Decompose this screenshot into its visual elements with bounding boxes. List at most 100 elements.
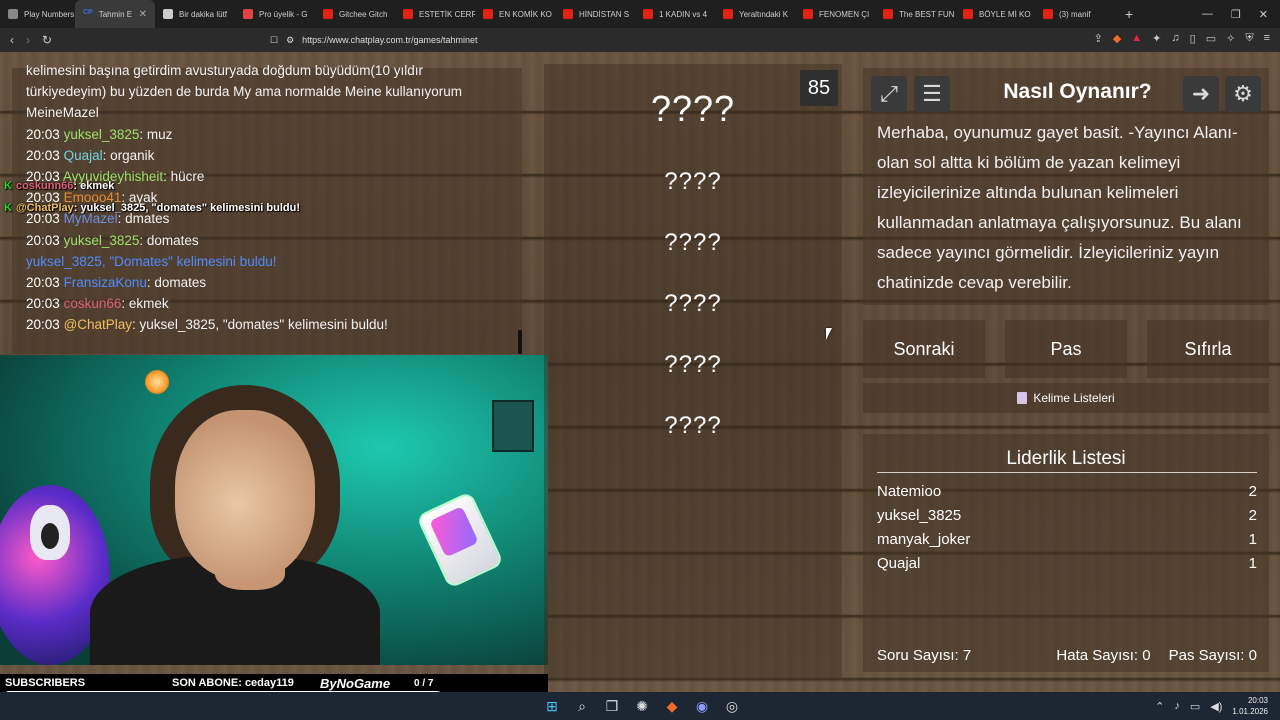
obs-icon[interactable]: ◎ bbox=[722, 696, 742, 716]
chat-username[interactable]: yuksel_3825 bbox=[26, 254, 102, 269]
subscriber-goal-count: 0 / 7 bbox=[414, 677, 434, 689]
bookmark-icon[interactable]: ☐ bbox=[270, 35, 278, 46]
browser-tab[interactable]: The BEST FUN bbox=[875, 0, 955, 28]
streamer-face bbox=[175, 410, 315, 580]
chat-log: kelimesini başına getirdim avusturyada d… bbox=[26, 60, 496, 336]
chat-time: 20:03 bbox=[26, 275, 60, 291]
chat-username[interactable]: coskun66 bbox=[64, 296, 122, 311]
browser-tab[interactable]: (3) manif bbox=[1035, 0, 1115, 28]
browser-tab[interactable]: ESTETİK CERR bbox=[395, 0, 475, 28]
game-stats: Soru Sayısı: 7 Hata Sayısı: 0 Pas Sayısı… bbox=[877, 647, 1257, 664]
reset-button[interactable]: Sıfırla bbox=[1147, 320, 1269, 378]
site-info-icon[interactable]: ⚙ bbox=[286, 35, 294, 46]
chevron-up-icon[interactable]: ⌃ bbox=[1155, 700, 1164, 713]
music-icon[interactable]: ♫ bbox=[1171, 32, 1179, 45]
forward-icon[interactable]: › bbox=[26, 33, 30, 47]
chatgpt-icon[interactable]: ✺ bbox=[632, 696, 652, 716]
chat-message: 20:03 yuksel_3825: domates bbox=[26, 230, 496, 251]
browser-tab[interactable]: CP Tahmin E ✕ bbox=[75, 0, 155, 28]
browser-tab[interactable]: Gitchee Gitch bbox=[315, 0, 395, 28]
round-timer: 85 bbox=[800, 70, 838, 106]
leaderboard-row: yuksel_3825 2 bbox=[877, 507, 1257, 524]
chat-text: : muz bbox=[139, 126, 173, 142]
browser-tab[interactable]: FENOMEN ÇI bbox=[795, 0, 875, 28]
tab-close-icon[interactable]: ✕ bbox=[139, 9, 147, 20]
discord-icon[interactable]: ◉ bbox=[692, 696, 712, 716]
menu-icon[interactable]: ≡ bbox=[1264, 32, 1270, 45]
clock[interactable]: 20:03 1.01.2026 bbox=[1232, 695, 1268, 717]
brave-icon[interactable]: ◆ bbox=[662, 696, 682, 716]
browser-tab[interactable]: EN KOMİK KO bbox=[475, 0, 555, 28]
start-icon[interactable]: ⊞ bbox=[542, 696, 562, 716]
question-count-value: 7 bbox=[962, 647, 972, 664]
sidebar-icon[interactable]: ▯ bbox=[1190, 32, 1196, 45]
address-bar[interactable]: ☐ ⚙ https://www.chatplay.com.tr/games/ta… bbox=[270, 31, 990, 49]
tab-favicon-icon bbox=[643, 9, 653, 19]
extensions-icon[interactable]: ✦ bbox=[1152, 32, 1161, 45]
chat-username[interactable]: FransizaKonu bbox=[64, 275, 147, 290]
reload-icon[interactable]: ↻ bbox=[42, 33, 52, 47]
divider bbox=[877, 472, 1257, 473]
gear-icon[interactable]: ⚙ bbox=[1225, 76, 1261, 112]
browser-tab[interactable]: BÖYLE Mİ KO bbox=[955, 0, 1035, 28]
list-icon[interactable]: ☰ bbox=[914, 76, 950, 112]
overlay-badge: K bbox=[4, 180, 12, 192]
vpn-icon[interactable]: ⛨ bbox=[1245, 32, 1253, 45]
next-button[interactable]: Sonraki bbox=[863, 320, 985, 378]
pass-button[interactable]: Pas bbox=[1005, 320, 1127, 378]
browser-tab[interactable]: Play Numbers bbox=[0, 0, 75, 28]
ghost-figure bbox=[30, 505, 70, 560]
mic-icon[interactable]: ♪ bbox=[1174, 700, 1180, 712]
word-lists-button[interactable]: Kelime Listeleri bbox=[863, 383, 1269, 413]
chat-username[interactable]: @ChatPlay bbox=[64, 317, 132, 332]
browser-tab[interactable]: 1 KADIN vs 4 bbox=[635, 0, 715, 28]
new-tab-button[interactable]: + bbox=[1115, 6, 1143, 22]
stream-chat-overlay-line: Kcoskunn66: ekmek bbox=[4, 180, 114, 192]
browser-tab[interactable]: Yeraltındaki K bbox=[715, 0, 795, 28]
chat-username[interactable]: Quajal bbox=[64, 148, 103, 163]
chat-username[interactable]: yuksel_3825 bbox=[64, 127, 140, 142]
url-text[interactable]: https://www.chatplay.com.tr/games/tahmin… bbox=[302, 35, 477, 45]
forbidden-word: ???? bbox=[664, 290, 722, 317]
wallet-icon[interactable]: ▭ bbox=[1206, 32, 1216, 45]
display-icon[interactable]: ▭ bbox=[1190, 700, 1200, 713]
pass-count: Pas Sayısı: 0 bbox=[1169, 647, 1257, 664]
fullscreen-icon[interactable]: ⤢ bbox=[871, 76, 907, 112]
tab-title: Yeraltındaki K bbox=[739, 9, 789, 19]
restore-icon[interactable]: ❐ bbox=[1231, 8, 1241, 21]
rules-text: Merhaba, oyunumuz gayet basit. -Yayıncı … bbox=[877, 123, 1242, 292]
hidden-words-column: ???? ???? ???? ???? ???? ???? bbox=[544, 64, 842, 678]
chat-text: : hücre bbox=[163, 169, 205, 185]
brave-shield-icon[interactable]: ◆ bbox=[1113, 32, 1121, 45]
minimize-icon[interactable]: — bbox=[1202, 8, 1213, 21]
ai-icon[interactable]: ✧ bbox=[1226, 32, 1235, 45]
back-icon[interactable]: ‹ bbox=[10, 33, 14, 47]
mouse-cursor bbox=[826, 328, 832, 340]
tab-title: Pro üyelik - G bbox=[259, 9, 308, 19]
last-sub-label: SON ABONE: bbox=[172, 677, 242, 689]
task-view-icon[interactable]: ❐ bbox=[602, 696, 622, 716]
last-subscriber: SON ABONE: ceday119 bbox=[172, 677, 294, 689]
exit-icon[interactable]: ➜ bbox=[1183, 76, 1219, 112]
search-icon[interactable]: ⌕ bbox=[572, 696, 592, 716]
share-icon[interactable]: ⇪ bbox=[1094, 32, 1103, 45]
chat-intro-text: kelimesini başına getirdim avusturyada d… bbox=[26, 63, 462, 121]
player-name: Quajal bbox=[877, 555, 921, 572]
tab-title: FENOMEN ÇI bbox=[819, 9, 870, 19]
subscribers-label: SUBSCRIBERS bbox=[5, 677, 86, 689]
browser-tab[interactable]: HİNDİSTAN S bbox=[555, 0, 635, 28]
tab-favicon-icon bbox=[1043, 9, 1053, 19]
chat-scrollbar[interactable] bbox=[518, 330, 522, 354]
clock-time: 20:03 bbox=[1247, 696, 1268, 705]
rewards-icon[interactable]: ▲ bbox=[1131, 32, 1142, 45]
tab-favicon-icon bbox=[8, 9, 18, 19]
book-icon bbox=[1017, 392, 1028, 404]
close-icon[interactable]: ✕ bbox=[1259, 8, 1268, 21]
volume-icon[interactable]: ◀) bbox=[1210, 700, 1222, 713]
forbidden-word: ???? bbox=[664, 412, 722, 439]
browser-tab[interactable]: Pro üyelik - G bbox=[235, 0, 315, 28]
player-name: yuksel_3825 bbox=[877, 507, 962, 524]
chat-username[interactable]: yuksel_3825 bbox=[64, 233, 140, 248]
windows-taskbar: ⊞ ⌕ ❐ ✺ ◆ ◉ ◎ ⌃ ♪ ▭ ◀) 20:03 1.01.2026 bbox=[0, 692, 1280, 720]
browser-tab[interactable]: Bir dakika lütf bbox=[155, 0, 235, 28]
